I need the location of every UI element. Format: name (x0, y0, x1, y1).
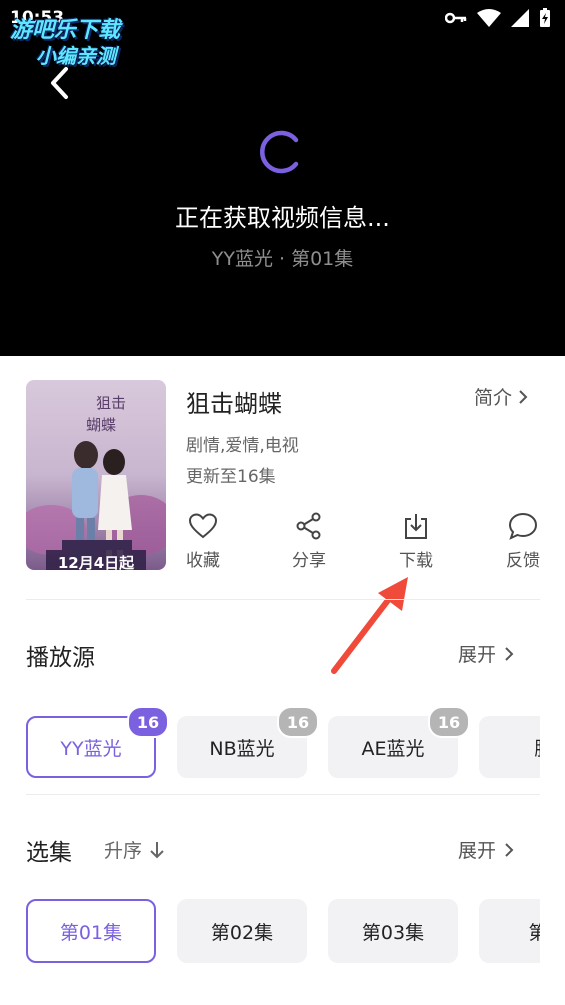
episodes-expand-label: 展开 (458, 840, 497, 862)
source-label: AE蓝光 (361, 737, 425, 760)
episode-chip[interactable]: 第03集 (328, 899, 458, 963)
show-title: 狙击蝴蝶 (186, 390, 282, 418)
chevron-left-icon (51, 67, 68, 99)
feedback-label: 反馈 (506, 551, 540, 571)
poster-title-text: 狙击 (96, 394, 126, 412)
source-label: YY蓝光 (60, 737, 122, 760)
annotation-arrow-icon (331, 577, 408, 674)
sort-toggle[interactable]: 升序 (104, 836, 164, 863)
loading-text: 正在获取视频信息... (175, 204, 390, 232)
episode-list: 第01集 第02集 第03集 第0 (0, 895, 540, 970)
wifi-icon (477, 9, 501, 27)
sources-title: 播放源 (26, 645, 95, 671)
episode-chip[interactable]: 第02集 (177, 899, 307, 963)
feedback-button[interactable]: 反馈 (493, 512, 553, 571)
poster-caption: 12月4日起 (57, 554, 135, 570)
poster-image: 狙击 蝴蝶 (26, 380, 166, 570)
video-player[interactable]: 10:53 游吧乐下载 小编亲测 正在获取视频信息... YY蓝光 · 第01集 (0, 0, 565, 356)
episodes-expand-button[interactable]: 展开 (458, 836, 514, 863)
feedback-icon (508, 512, 538, 540)
chevron-right-icon (505, 646, 514, 661)
episode-count-badge: 16 (277, 706, 319, 738)
source-label: NB蓝光 (209, 737, 275, 760)
show-genres: 剧情,爱情,电视 (186, 436, 299, 456)
download-label: 下载 (399, 551, 433, 571)
update-status: 更新至16集 (186, 467, 276, 487)
intro-link[interactable]: 简介 (474, 383, 528, 410)
loading-spinner-icon (260, 130, 299, 174)
download-icon (405, 514, 427, 539)
svg-text:蝴蝶: 蝴蝶 (86, 416, 116, 434)
back-button[interactable] (44, 64, 78, 102)
episode-chip[interactable]: 第0 (479, 899, 540, 963)
divider (26, 794, 540, 795)
battery-icon (540, 8, 550, 27)
chevron-right-icon (519, 389, 528, 404)
episode-chip[interactable]: 第01集 (26, 899, 156, 963)
favorite-button[interactable]: 收藏 (173, 512, 233, 571)
source-chip-tencent[interactable]: 腾 (479, 716, 540, 778)
episodes-title: 选集 (26, 840, 72, 866)
sources-expand-button[interactable]: 展开 (458, 640, 514, 667)
sources-expand-label: 展开 (458, 644, 497, 666)
episode-label: 第03集 (361, 921, 425, 944)
show-poster: 狙击 蝴蝶 12月4日起 (26, 380, 166, 570)
episode-label: 第0 (528, 921, 540, 944)
share-label: 分享 (292, 551, 326, 571)
favorite-label: 收藏 (186, 551, 220, 571)
episode-count-badge: 16 (428, 706, 470, 738)
signal-icon (511, 9, 529, 27)
source-label: 腾 (534, 734, 540, 761)
status-icons (445, 8, 551, 28)
intro-label: 简介 (474, 387, 513, 409)
episode-label: 第01集 (59, 921, 123, 944)
arrow-down-icon (150, 841, 164, 858)
chevron-right-icon (505, 842, 514, 857)
heart-icon (188, 513, 218, 539)
source-list: YY蓝光 16 NB蓝光 16 AE蓝光 16 腾 (0, 700, 540, 790)
share-icon (296, 512, 321, 540)
download-button[interactable]: 下载 (386, 512, 446, 571)
episode-count-badge: 16 (127, 706, 169, 738)
sort-label: 升序 (104, 840, 143, 862)
current-source-episode: YY蓝光 · 第01集 (211, 248, 354, 270)
divider (26, 599, 540, 600)
episode-label: 第02集 (210, 921, 274, 944)
key-icon (445, 12, 467, 24)
share-button[interactable]: 分享 (279, 512, 339, 571)
